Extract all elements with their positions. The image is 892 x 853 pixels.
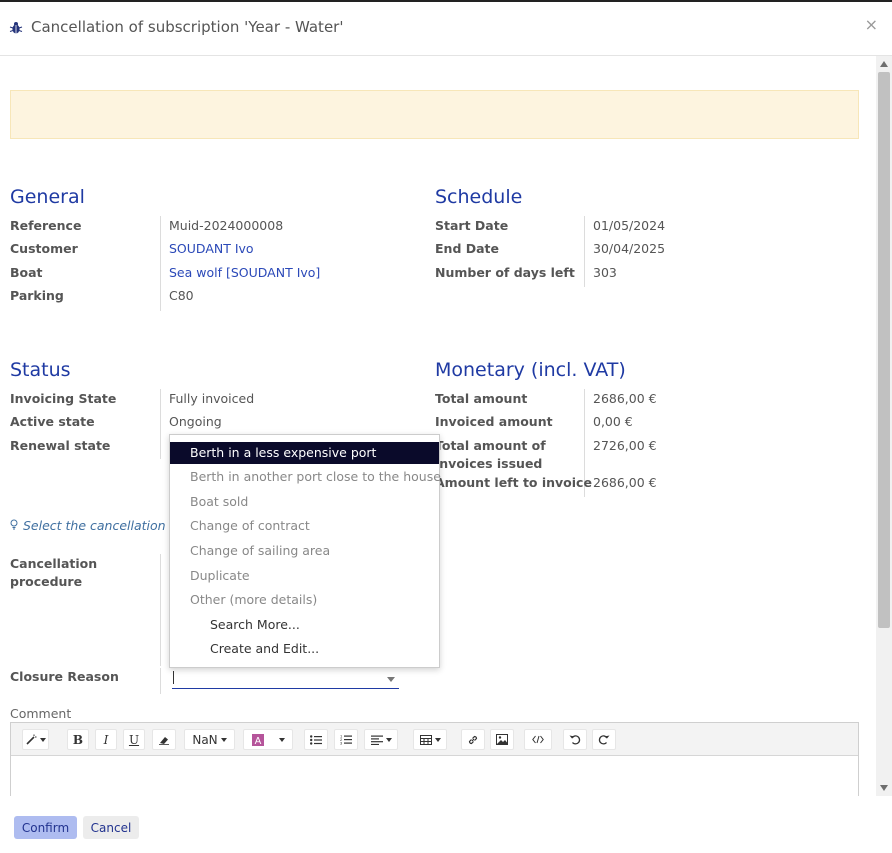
dropdown-option[interactable]: Berth in another port close to the house (170, 466, 441, 488)
dropdown-option[interactable]: Duplicate (170, 565, 439, 587)
underline-button[interactable]: U (123, 729, 145, 750)
redo-icon[interactable] (592, 729, 616, 750)
link-icon[interactable] (461, 729, 485, 750)
dropdown-option[interactable]: Boat sold (170, 491, 439, 513)
code-view-icon[interactable] (524, 729, 552, 750)
dialog-header: Cancellation of subscription 'Year - Wat… (0, 2, 892, 56)
label-invoicing-state: Invoicing State (10, 391, 117, 406)
image-icon[interactable] (490, 729, 514, 750)
align-left-icon (370, 735, 383, 745)
lightbulb-icon (10, 518, 18, 533)
dialog-body: General Reference Muid-2024000008 Custom… (0, 56, 876, 796)
eraser-icon[interactable] (152, 729, 176, 750)
value-amount-left: 2686,00 € (593, 475, 657, 490)
dropdown-option[interactable]: Berth in a less expensive port (170, 442, 439, 464)
dropdown-option[interactable]: Other (more details) (170, 589, 439, 611)
cancel-button[interactable]: Cancel (83, 816, 139, 839)
label-cancellation-procedure-line1: Cancellation (10, 556, 98, 571)
closure-reason-input[interactable] (172, 668, 399, 689)
search-more-option[interactable]: Search More... (170, 614, 439, 636)
divider (160, 668, 161, 694)
font-color-icon: A (251, 733, 264, 746)
label-active-state: Active state (10, 414, 95, 429)
value-days-left: 303 (593, 265, 617, 280)
boat-link[interactable]: Sea wolf [SOUDANT Ivo] (169, 265, 320, 280)
customer-link[interactable]: SOUDANT Ivo (169, 241, 254, 256)
undo-icon[interactable] (563, 729, 587, 750)
label-closure-reason: Closure Reason (10, 669, 119, 684)
value-active-state: Ongoing (169, 414, 222, 429)
table-icon (419, 734, 432, 745)
label-parking: Parking (10, 288, 64, 303)
dropdown-option[interactable]: Change of contract (170, 515, 439, 537)
align-dropdown[interactable] (364, 729, 398, 750)
scroll-up-icon[interactable] (880, 61, 888, 67)
section-title-monetary: Monetary (incl. VAT) (435, 359, 626, 381)
dropdown-option[interactable]: Change of sailing area (170, 540, 439, 562)
section-title-status: Status (10, 359, 71, 381)
label-boat: Boat (10, 265, 43, 280)
table-dropdown[interactable] (413, 729, 447, 750)
label-total-invoices-issued-line1: Total amount of (435, 438, 546, 453)
bullet-list-icon[interactable] (304, 729, 328, 750)
section-title-schedule: Schedule (435, 186, 523, 208)
scrollbar-thumb[interactable] (878, 72, 890, 628)
alert-box (10, 90, 859, 139)
value-start-date: 01/05/2024 (593, 218, 666, 233)
value-end-date: 30/04/2025 (593, 241, 666, 256)
numbered-list-icon[interactable]: 123 (334, 729, 358, 750)
italic-button[interactable]: I (95, 729, 117, 750)
label-reference: Reference (10, 218, 82, 233)
value-reference: Muid-2024000008 (169, 218, 284, 233)
bold-button[interactable]: B (67, 729, 89, 750)
close-icon[interactable]: × (865, 15, 878, 34)
label-cancellation-procedure-line2: procedure (10, 574, 83, 589)
dialog-title: Cancellation of subscription 'Year - Wat… (31, 18, 344, 36)
scroll-down-icon[interactable] (880, 785, 888, 791)
editor-toolbar: B I U NaN A 123 (11, 723, 858, 756)
label-total-amount: Total amount (435, 391, 528, 406)
label-customer: Customer (10, 241, 78, 256)
label-comment: Comment (10, 706, 72, 721)
font-color-dropdown[interactable]: A (243, 729, 293, 750)
label-invoiced-amount: Invoiced amount (435, 414, 553, 429)
magic-wand-icon[interactable] (22, 729, 49, 750)
comment-editor[interactable]: B I U NaN A 123 (10, 722, 859, 796)
font-size-value: NaN (192, 732, 218, 747)
section-title-general: General (10, 186, 85, 208)
cancellation-hint: Select the cancellation pro (10, 518, 190, 533)
closure-reason-dropdown: Berth in a less expensive port Berth in … (169, 434, 441, 668)
value-parking: C80 (169, 288, 194, 303)
value-total-amount: 2686,00 € (593, 391, 657, 406)
divider (160, 554, 161, 666)
label-end-date: End Date (435, 241, 500, 256)
bug-icon (9, 22, 23, 34)
value-invoiced-amount: 0,00 € (593, 414, 633, 429)
divider (160, 389, 161, 459)
chevron-down-icon[interactable] (387, 677, 395, 682)
dialog-footer: Confirm Cancel (0, 796, 892, 853)
value-invoicing-state: Fully invoiced (169, 391, 255, 406)
confirm-button[interactable]: Confirm (14, 816, 77, 839)
svg-text:A: A (254, 736, 261, 746)
scrollbar[interactable] (876, 56, 892, 796)
divider (160, 216, 161, 311)
divider (584, 216, 585, 287)
label-days-left: Number of days left (435, 265, 575, 280)
hint-text: Select the cancellation pro (23, 518, 191, 533)
label-start-date: Start Date (435, 218, 509, 233)
label-total-invoices-issued-line2: invoices issued (435, 456, 543, 471)
label-amount-left: Amount left to invoice (435, 475, 592, 490)
create-and-edit-option[interactable]: Create and Edit... (170, 638, 439, 660)
text-caret (173, 671, 174, 684)
svg-text:3: 3 (340, 741, 343, 746)
label-renewal-state: Renewal state (10, 438, 111, 453)
font-size-dropdown[interactable]: NaN (184, 729, 235, 750)
value-total-invoices-issued: 2726,00 € (593, 438, 657, 453)
